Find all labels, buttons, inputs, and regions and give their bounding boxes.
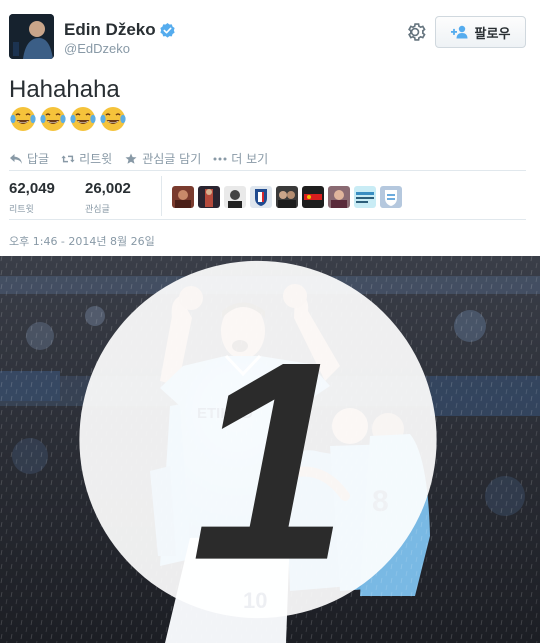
- username[interactable]: @EdDzeko: [64, 41, 130, 56]
- favoriter-avatar[interactable]: [380, 186, 402, 208]
- add-user-icon: [450, 25, 468, 39]
- favorite-count[interactable]: 26,002 관심글: [85, 180, 131, 215]
- favorite-count-label: 관심글: [85, 205, 110, 215]
- favoriter-avatar[interactable]: [276, 186, 298, 208]
- tears-of-joy-emoji-icon: [70, 107, 96, 131]
- favorite-count-value: 26,002: [85, 180, 131, 197]
- favorite-label: 관심글 담기: [142, 152, 202, 166]
- favoriter-avatar[interactable]: [224, 186, 246, 208]
- name-row: Edin Džeko: [64, 20, 175, 40]
- retweet-button[interactable]: 리트윗: [61, 150, 112, 167]
- retweet-count-value: 62,049: [9, 180, 55, 197]
- avatar[interactable]: [9, 14, 54, 59]
- news1-watermark: news 1: [0, 256, 528, 633]
- divider: [9, 170, 526, 171]
- favoriter-avatar[interactable]: [354, 186, 376, 208]
- tweet-photo[interactable]: 8 ETIHAD 10 news 1: [0, 256, 540, 643]
- reply-icon: [10, 153, 22, 164]
- tweet-header: Edin Džeko @EdDzeko 팔로우: [0, 0, 540, 72]
- emoji-row: [9, 105, 129, 133]
- retweet-count[interactable]: 62,049 리트윗: [9, 180, 55, 215]
- favoriter-avatar[interactable]: [198, 186, 220, 208]
- news1-logo-icon: 1: [79, 260, 437, 619]
- watermark-number: 1: [191, 303, 348, 619]
- tears-of-joy-emoji-icon: [100, 107, 126, 131]
- gear-icon[interactable]: [404, 21, 426, 43]
- divider: [161, 176, 162, 216]
- favoriter-avatar[interactable]: [250, 186, 272, 208]
- reply-button[interactable]: 답글: [9, 150, 49, 167]
- follow-label: 팔로우: [474, 26, 511, 42]
- tears-of-joy-emoji-icon: [40, 107, 66, 131]
- favoriter-avatars: [172, 186, 406, 208]
- retweet-icon: [61, 155, 75, 162]
- favoriter-avatar[interactable]: [328, 186, 350, 208]
- tweet-actions: 답글 리트윗 관심글 담기 더 보기: [9, 150, 280, 167]
- display-name[interactable]: Edin Džeko: [64, 20, 156, 40]
- favorite-button[interactable]: 관심글 담기: [124, 150, 201, 167]
- tears-of-joy-emoji-icon: [10, 107, 36, 131]
- favoriter-avatar[interactable]: [172, 186, 194, 208]
- retweet-label: 리트윗: [79, 152, 113, 166]
- more-button[interactable]: 더 보기: [213, 150, 268, 167]
- more-label: 더 보기: [231, 152, 269, 166]
- tweet-text: Hahahaha: [9, 76, 120, 103]
- verified-badge-icon: [160, 22, 175, 38]
- divider: [9, 219, 526, 220]
- more-dots-icon: [213, 157, 227, 160]
- reply-label: 답글: [27, 152, 50, 166]
- follow-button[interactable]: 팔로우: [435, 16, 526, 48]
- star-icon: [125, 153, 137, 164]
- tweet-timestamp[interactable]: 오후 1:46 - 2014년 8월 26일: [9, 233, 155, 249]
- retweet-count-label: 리트윗: [9, 205, 34, 215]
- favoriter-avatar[interactable]: [302, 186, 324, 208]
